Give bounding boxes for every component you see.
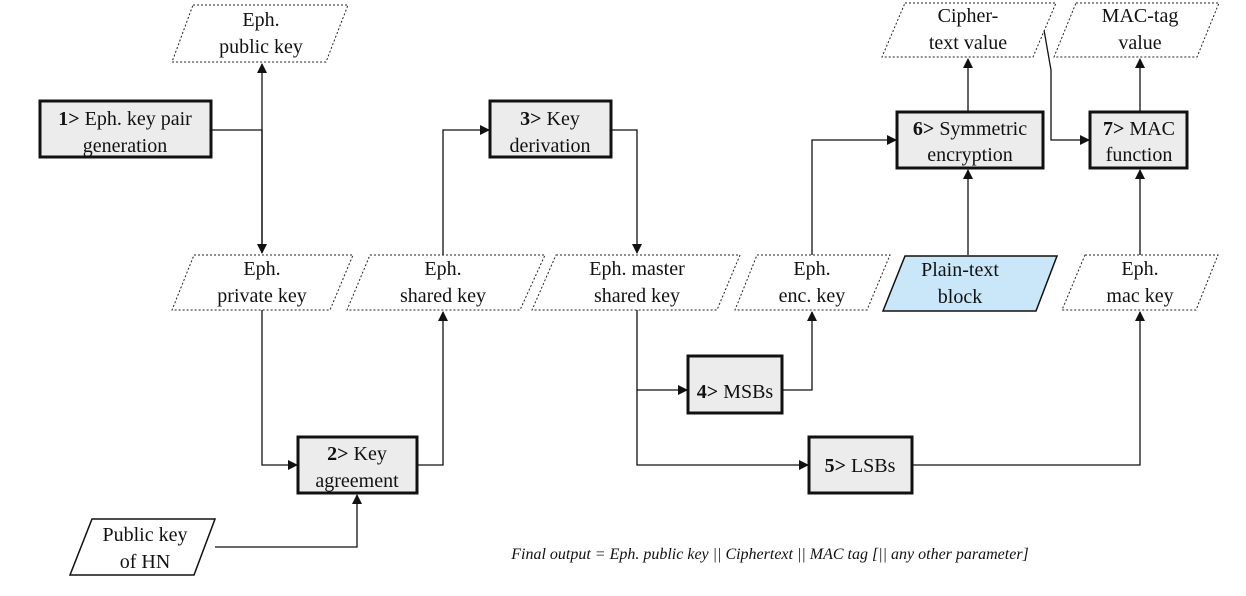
svg-text:shared key: shared key — [400, 285, 486, 307]
svg-text:derivation: derivation — [509, 135, 590, 157]
arrow-enc-to-encryption — [811, 135, 897, 255]
svg-text:Eph.: Eph. — [793, 258, 830, 280]
process-key-agreement: 2> Key agreement — [296, 435, 419, 495]
svg-text:Eph.: Eph. — [1121, 258, 1158, 280]
arrow-msbs-to-enc — [782, 311, 817, 391]
data-public-key: Eph. public key — [171, 4, 349, 63]
arrow-shared-to-derivation — [442, 125, 490, 255]
svg-text:encryption: encryption — [927, 144, 1013, 166]
svg-text:shared key: shared key — [594, 285, 680, 307]
arrow-private-to-agreement — [261, 310, 298, 470]
svg-text:7> MAC: 7> MAC — [1103, 118, 1175, 140]
svg-text:mac key: mac key — [1106, 285, 1173, 307]
data-shared-key: Eph. shared key — [346, 254, 546, 311]
svg-text:agreement: agreement — [315, 470, 399, 492]
data-mac-tag-value: MAC-tag value — [1053, 2, 1220, 58]
process-key-derivation: 3> Key derivation — [488, 99, 613, 159]
final-output-note: Final output = Eph. public key || Cipher… — [510, 546, 1029, 563]
svg-text:of HN: of HN — [120, 551, 171, 573]
svg-text:public key: public key — [219, 36, 303, 58]
process-lsbs: 5> LSBs — [807, 435, 914, 495]
svg-text:1> Eph. key pair: 1> Eph. key pair — [58, 108, 192, 130]
data-hn-public-key: Public key of HN — [68, 518, 217, 576]
svg-text:enc. key: enc. key — [779, 285, 846, 307]
data-private-key: Eph. private key — [171, 254, 354, 311]
svg-text:2> Key: 2> Key — [327, 443, 387, 465]
arrow-hn-to-agreement — [215, 494, 362, 548]
svg-text:value: value — [1118, 32, 1161, 54]
data-enc-key: Eph. enc. key — [734, 254, 891, 311]
svg-text:Cipher-: Cipher- — [938, 5, 999, 27]
data-plaintext-block: Plain-text block — [881, 255, 1059, 312]
arrow-lsbs-to-mac — [912, 311, 1145, 466]
svg-text:Plain-text: Plain-text — [921, 259, 999, 281]
svg-text:6> Symmetric: 6> Symmetric — [913, 118, 1027, 140]
svg-text:generation: generation — [83, 135, 167, 157]
svg-text:text value: text value — [929, 32, 1007, 54]
svg-text:private key: private key — [217, 285, 306, 307]
process-symmetric-encryption: 6> Symmetric encryption — [895, 110, 1045, 170]
data-ciphertext-value: Cipher- text value — [881, 2, 1057, 58]
svg-text:Public key: Public key — [103, 524, 188, 546]
data-mac-key: Eph. mac key — [1061, 254, 1219, 311]
svg-text:MAC-tag: MAC-tag — [1102, 5, 1179, 27]
process-key-pair-generation: 1> Eph. key pair generation — [38, 99, 213, 159]
svg-text:Eph.: Eph. — [243, 258, 280, 280]
svg-text:5> LSBs: 5> LSBs — [825, 455, 896, 477]
process-msbs: 4> MSBs — [686, 354, 784, 415]
svg-text:4> MSBs: 4> MSBs — [697, 381, 774, 403]
arrow-agreement-to-shared — [417, 311, 448, 466]
arrow-derivation-to-master — [611, 129, 642, 254]
process-mac-function: 7> MAC function — [1088, 110, 1189, 170]
svg-text:function: function — [1106, 144, 1173, 166]
flow-diagram: Eph. public key Eph. private key Eph. sh… — [38, 2, 1220, 576]
svg-text:block: block — [938, 286, 982, 308]
svg-text:Eph.: Eph. — [242, 9, 279, 31]
data-master-shared-key: Eph. master shared key — [531, 254, 741, 311]
svg-text:Eph.: Eph. — [424, 258, 461, 280]
svg-text:Eph. master: Eph. master — [589, 258, 685, 280]
svg-text:3> Key: 3> Key — [520, 108, 580, 130]
